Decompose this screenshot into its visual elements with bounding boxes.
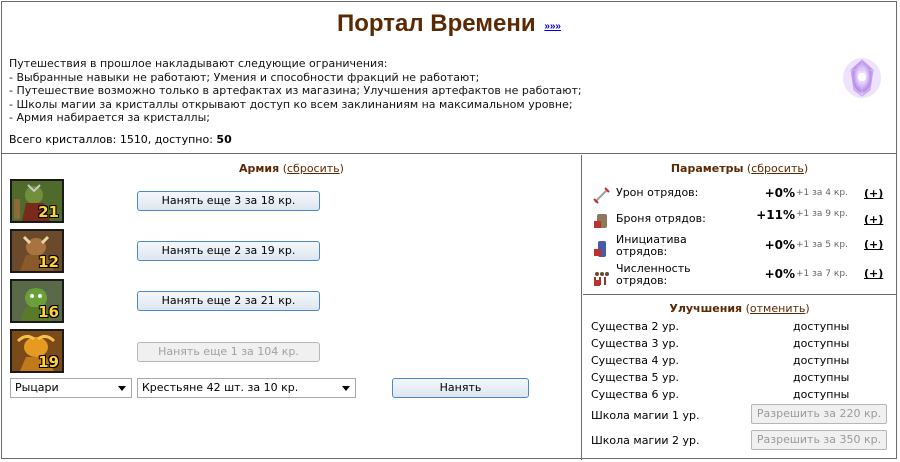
upgrade-status: доступны (793, 337, 850, 350)
param-increment: +1 за 4 кр. (796, 188, 848, 198)
param-value: +0% (764, 267, 795, 281)
param-increment: +1 за 7 кр. (796, 269, 848, 279)
upgrades-title: Улучшения (отменить) (669, 302, 810, 315)
upgrade-status: доступны (793, 388, 850, 401)
unit-count: 19 (38, 353, 59, 371)
sword-icon (593, 187, 610, 204)
crystals-summary: Всего кристаллов: 1510, доступно: 50 (9, 133, 232, 146)
param-value: +0% (764, 238, 795, 252)
allow-school-button-disabled: Разрешить за 220 кр. (751, 404, 887, 424)
unit-portrait: 12 (10, 229, 64, 273)
army-title: Армия (сбросить) (239, 162, 344, 175)
magic-school-name: Школа магии 1 ур. (591, 409, 700, 422)
upgrade-status: доступны (793, 371, 850, 384)
armor-icon (594, 214, 607, 228)
upgrade-creature-name: Существа 4 ур. (591, 354, 679, 367)
param-increment: +1 за 9 кр. (796, 209, 848, 219)
param-row-damage: Урон отрядов: +0% +1 за 4 кр. (+) (583, 179, 896, 207)
param-increment: +1 за 5 кр. (796, 240, 848, 250)
param-value: +11% (756, 208, 795, 222)
hire-more-button[interactable]: Нанять еще 3 за 18 кр. (137, 191, 320, 211)
parameters-title: Параметры (сбросить) (670, 162, 809, 175)
param-plus-link[interactable]: (+) (864, 267, 883, 280)
restrictions-text: Путешествия в прошлое накладывают следую… (9, 57, 582, 124)
page-title: Портал Времени »»» (336, 10, 561, 37)
upgrade-creature-name: Существа 2 ур. (591, 320, 679, 333)
unit-select[interactable]: Крестьяне 42 шт. за 10 кр. (137, 378, 356, 398)
param-row-quantity: Численность отрядов: +0% +1 за 7 кр. (+) (583, 262, 896, 290)
hire-more-button[interactable]: Нанять еще 2 за 19 кр. (137, 241, 320, 261)
more-link[interactable]: »»» (544, 21, 561, 32)
upgrade-creature-name: Существа 6 ур. (591, 388, 679, 401)
unit-count: 12 (38, 253, 59, 271)
unit-count: 16 (38, 303, 59, 321)
portal-info: Портал Времени »»» Путешествия в прошлое… (2, 2, 896, 154)
chevron-down-icon (118, 386, 126, 391)
param-plus-link[interactable]: (+) (864, 238, 883, 251)
upgrade-creature-name: Существа 5 ур. (591, 371, 679, 384)
unit-portrait: 21 (10, 179, 64, 223)
upgrades-section: Улучшения (отменить) Существа 2 ур. дост… (583, 296, 896, 460)
param-row-armor: Броня отрядов: +11% +1 за 9 кр. (+) (583, 205, 896, 233)
army-section: Армия (сбросить) 21 Нанять еще 3 за 18 к… (2, 155, 582, 460)
crystals-available: 50 (216, 133, 232, 146)
upgrades-cancel-link[interactable]: отменить (750, 302, 805, 315)
upgrade-status: доступны (793, 320, 850, 333)
troops-icon (594, 272, 609, 286)
param-value: +0% (764, 186, 795, 200)
potion-icon (594, 241, 606, 257)
chevron-down-icon (342, 386, 350, 391)
param-plus-link[interactable]: (+) (864, 213, 883, 226)
upgrade-creature-name: Существа 3 ур. (591, 337, 679, 350)
allow-school-button-disabled: Разрешить за 350 кр. (751, 430, 887, 450)
time-portal-panel: Портал Времени »»» Путешествия в прошлое… (1, 1, 897, 460)
param-row-initiative: Инициатива отрядов: +0% +1 за 5 кр. (+) (583, 233, 896, 261)
army-reset-link[interactable]: сбросить (287, 162, 340, 175)
param-plus-link[interactable]: (+) (864, 187, 883, 200)
crystal-icon (843, 58, 881, 98)
magic-school-name: Школа магии 2 ур. (591, 434, 700, 447)
hire-more-button[interactable]: Нанять еще 2 за 21 кр. (137, 291, 320, 311)
unit-count: 21 (38, 203, 59, 221)
upgrade-status: доступны (793, 354, 850, 367)
hire-button[interactable]: Нанять (392, 378, 529, 398)
unit-portrait: 19 (10, 329, 64, 373)
parameters-reset-link[interactable]: сбросить (751, 162, 804, 175)
unit-portrait: 16 (10, 279, 64, 323)
parameters-section: Параметры (сбросить) Урон отрядов: +0% +… (583, 155, 896, 295)
hire-more-button-disabled: Нанять еще 1 за 104 кр. (137, 342, 320, 362)
faction-select[interactable]: Рыцари (10, 378, 132, 398)
